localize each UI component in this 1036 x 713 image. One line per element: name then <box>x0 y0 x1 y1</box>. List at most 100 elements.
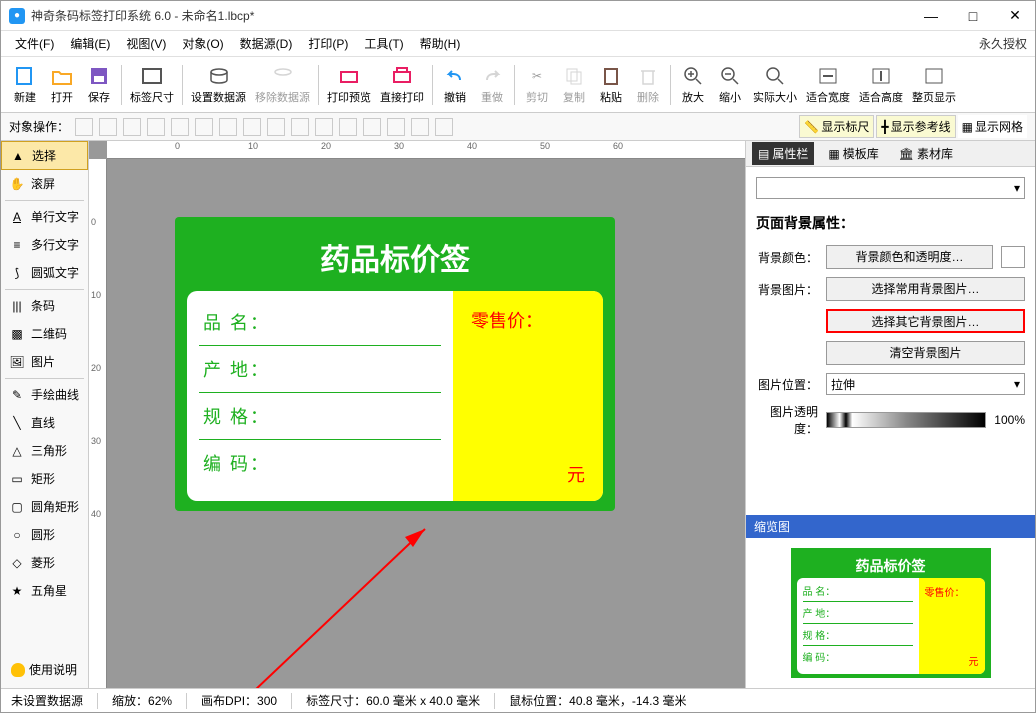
license-label: 永久授权 <box>979 35 1027 52</box>
actual-size-button[interactable]: 实际大小 <box>749 63 801 107</box>
menu-print[interactable]: 打印(P) <box>302 32 354 55</box>
paste-button[interactable]: 粘贴 <box>593 63 629 107</box>
tool-freehand[interactable]: ✎手绘曲线 <box>1 381 88 409</box>
status-zoom: 缩放：62% <box>112 692 172 709</box>
multitext-icon: ≡ <box>9 237 25 253</box>
img-pos-label: 图片位置： <box>756 376 818 393</box>
opacity-label: 图片透明度： <box>756 403 818 437</box>
tool-star[interactable]: ★五角星 <box>1 577 88 605</box>
tool-barcode[interactable]: |||条码 <box>1 292 88 320</box>
tool-triangle[interactable]: △三角形 <box>1 437 88 465</box>
ruler-horizontal: 0 10 20 30 40 50 60 <box>107 141 745 159</box>
rect-icon: ▭ <box>9 471 25 487</box>
bg-clear-button[interactable]: 清空背景图片 <box>826 341 1025 365</box>
triangle-icon: △ <box>9 443 25 459</box>
tool-pan[interactable]: ✋滚屏 <box>1 170 88 198</box>
diamond-icon: ◇ <box>9 555 25 571</box>
annotation-arrow <box>215 519 455 688</box>
delete-icon <box>636 65 660 87</box>
tool-rect[interactable]: ▭矩形 <box>1 465 88 493</box>
menu-view[interactable]: 视图(V) <box>120 32 172 55</box>
chevron-down-icon: ▾ <box>1014 377 1020 391</box>
bulb-icon <box>11 663 25 677</box>
canvas[interactable]: 药品标价签 品 名： 产 地： 规 格： 编 码： 零售价： 元 <box>107 159 745 688</box>
fit-height-button[interactable]: 适合高度 <box>855 63 907 107</box>
tool-text-arc[interactable]: ⟆圆弧文字 <box>1 259 88 287</box>
tab-assets[interactable]: 🏛素材库 <box>893 142 959 165</box>
undo-icon <box>443 65 467 87</box>
grid-icon: ▦ <box>962 120 973 134</box>
menubar: 文件(F) 编辑(E) 视图(V) 对象(O) 数据源(D) 打印(P) 工具(… <box>1 31 1035 57</box>
print-preview-button[interactable]: 打印预览 <box>323 63 375 107</box>
yuan-label: 元 <box>567 461 585 487</box>
pencil-icon: ✎ <box>9 387 25 403</box>
color-swatch[interactable] <box>1001 246 1025 268</box>
zoomout-icon <box>718 65 742 87</box>
fitp-icon <box>922 65 946 87</box>
preview-box: 药品标价签 品 名： 产 地： 规 格： 编 码： 零售价： 元 <box>746 538 1035 688</box>
object-selector[interactable]: ▾ <box>756 177 1025 199</box>
label-size-button[interactable]: 标签尺寸 <box>126 63 178 107</box>
tab-templates[interactable]: ▦模板库 <box>822 142 884 165</box>
zoom-in-button[interactable]: 放大 <box>675 63 711 107</box>
text-icon: A <box>9 209 25 225</box>
label-design[interactable]: 药品标价签 品 名： 产 地： 规 格： 编 码： 零售价： 元 <box>175 217 615 511</box>
tool-line[interactable]: ╲直线 <box>1 409 88 437</box>
zoom-out-button[interactable]: 缩小 <box>712 63 748 107</box>
help-button[interactable]: 使用说明 <box>7 657 81 682</box>
tool-circle[interactable]: ○圆形 <box>1 521 88 549</box>
tool-roundrect[interactable]: ▢圆角矩形 <box>1 493 88 521</box>
fit-width-button[interactable]: 适合宽度 <box>802 63 854 107</box>
show-ruler-toggle[interactable]: 📏显示标尺 <box>799 115 874 138</box>
arctext-icon: ⟆ <box>9 265 25 281</box>
print-button[interactable]: 直接打印 <box>376 63 428 107</box>
show-guides-toggle[interactable]: ╋显示参考线 <box>876 115 955 138</box>
maximize-button[interactable]: □ <box>961 4 985 28</box>
bg-color-button[interactable]: 背景颜色和透明度… <box>826 245 993 269</box>
menu-tools[interactable]: 工具(T) <box>358 32 409 55</box>
tab-properties[interactable]: ▤属性栏 <box>752 142 814 165</box>
copy-button[interactable]: 复制 <box>556 63 592 107</box>
preview-header: 缩览图 <box>746 515 1035 538</box>
remove-datasource-button[interactable]: 移除数据源 <box>251 63 314 107</box>
menu-help[interactable]: 帮助(H) <box>414 32 467 55</box>
assets-icon: 🏛 <box>899 147 914 161</box>
undo-button[interactable]: 撤销 <box>437 63 473 107</box>
properties-panel: ▤属性栏 ▦模板库 🏛素材库 ▾ 页面背景属性： 背景颜色： 背景颜色和透明度…… <box>745 141 1035 688</box>
menu-edit[interactable]: 编辑(E) <box>64 32 116 55</box>
fit-page-button[interactable]: 整页显示 <box>908 63 960 107</box>
tool-image[interactable]: 🖼图片 <box>1 348 88 376</box>
opacity-slider[interactable] <box>826 412 986 428</box>
new-button[interactable]: 新建 <box>7 63 43 107</box>
tool-text-multi[interactable]: ≡多行文字 <box>1 231 88 259</box>
tool-select[interactable]: ▲选择 <box>1 141 88 170</box>
copy-icon <box>562 65 586 87</box>
status-datasource: 未设置数据源 <box>11 692 83 709</box>
menu-file[interactable]: 文件(F) <box>9 32 60 55</box>
open-button[interactable]: 打开 <box>44 63 80 107</box>
main-toolbar: 新建 打开 保存 标签尺寸 设置数据源 移除数据源 打印预览 直接打印 撤销 重… <box>1 57 1035 113</box>
tool-diamond[interactable]: ◇菱形 <box>1 549 88 577</box>
price-label: 零售价： <box>471 307 543 333</box>
set-datasource-button[interactable]: 设置数据源 <box>187 63 250 107</box>
bg-img-label: 背景图片： <box>756 281 818 298</box>
close-button[interactable]: ✕ <box>1003 4 1027 28</box>
hand-icon: ✋ <box>9 176 25 192</box>
save-button[interactable]: 保存 <box>81 63 117 107</box>
remove-ds-icon <box>271 65 295 87</box>
show-grid-toggle[interactable]: ▦显示网格 <box>958 115 1027 138</box>
img-pos-combo[interactable]: 拉伸▾ <box>826 373 1025 395</box>
canvas-area[interactable]: 0 10 20 30 40 50 60 0 10 20 30 40 药品标价签 … <box>89 141 745 688</box>
bg-common-button[interactable]: 选择常用背景图片… <box>826 277 1025 301</box>
object-icons <box>75 118 453 136</box>
menu-datasource[interactable]: 数据源(D) <box>234 32 299 55</box>
cut-button[interactable]: ✂剪切 <box>519 63 555 107</box>
tool-qrcode[interactable]: ▩二维码 <box>1 320 88 348</box>
card-row-origin: 产 地： <box>199 346 441 393</box>
tool-text-single[interactable]: A单行文字 <box>1 203 88 231</box>
menu-object[interactable]: 对象(O) <box>176 32 229 55</box>
delete-button[interactable]: 删除 <box>630 63 666 107</box>
redo-button[interactable]: 重做 <box>474 63 510 107</box>
bg-other-button[interactable]: 选择其它背景图片… <box>826 309 1025 333</box>
minimize-button[interactable]: — <box>919 4 943 28</box>
